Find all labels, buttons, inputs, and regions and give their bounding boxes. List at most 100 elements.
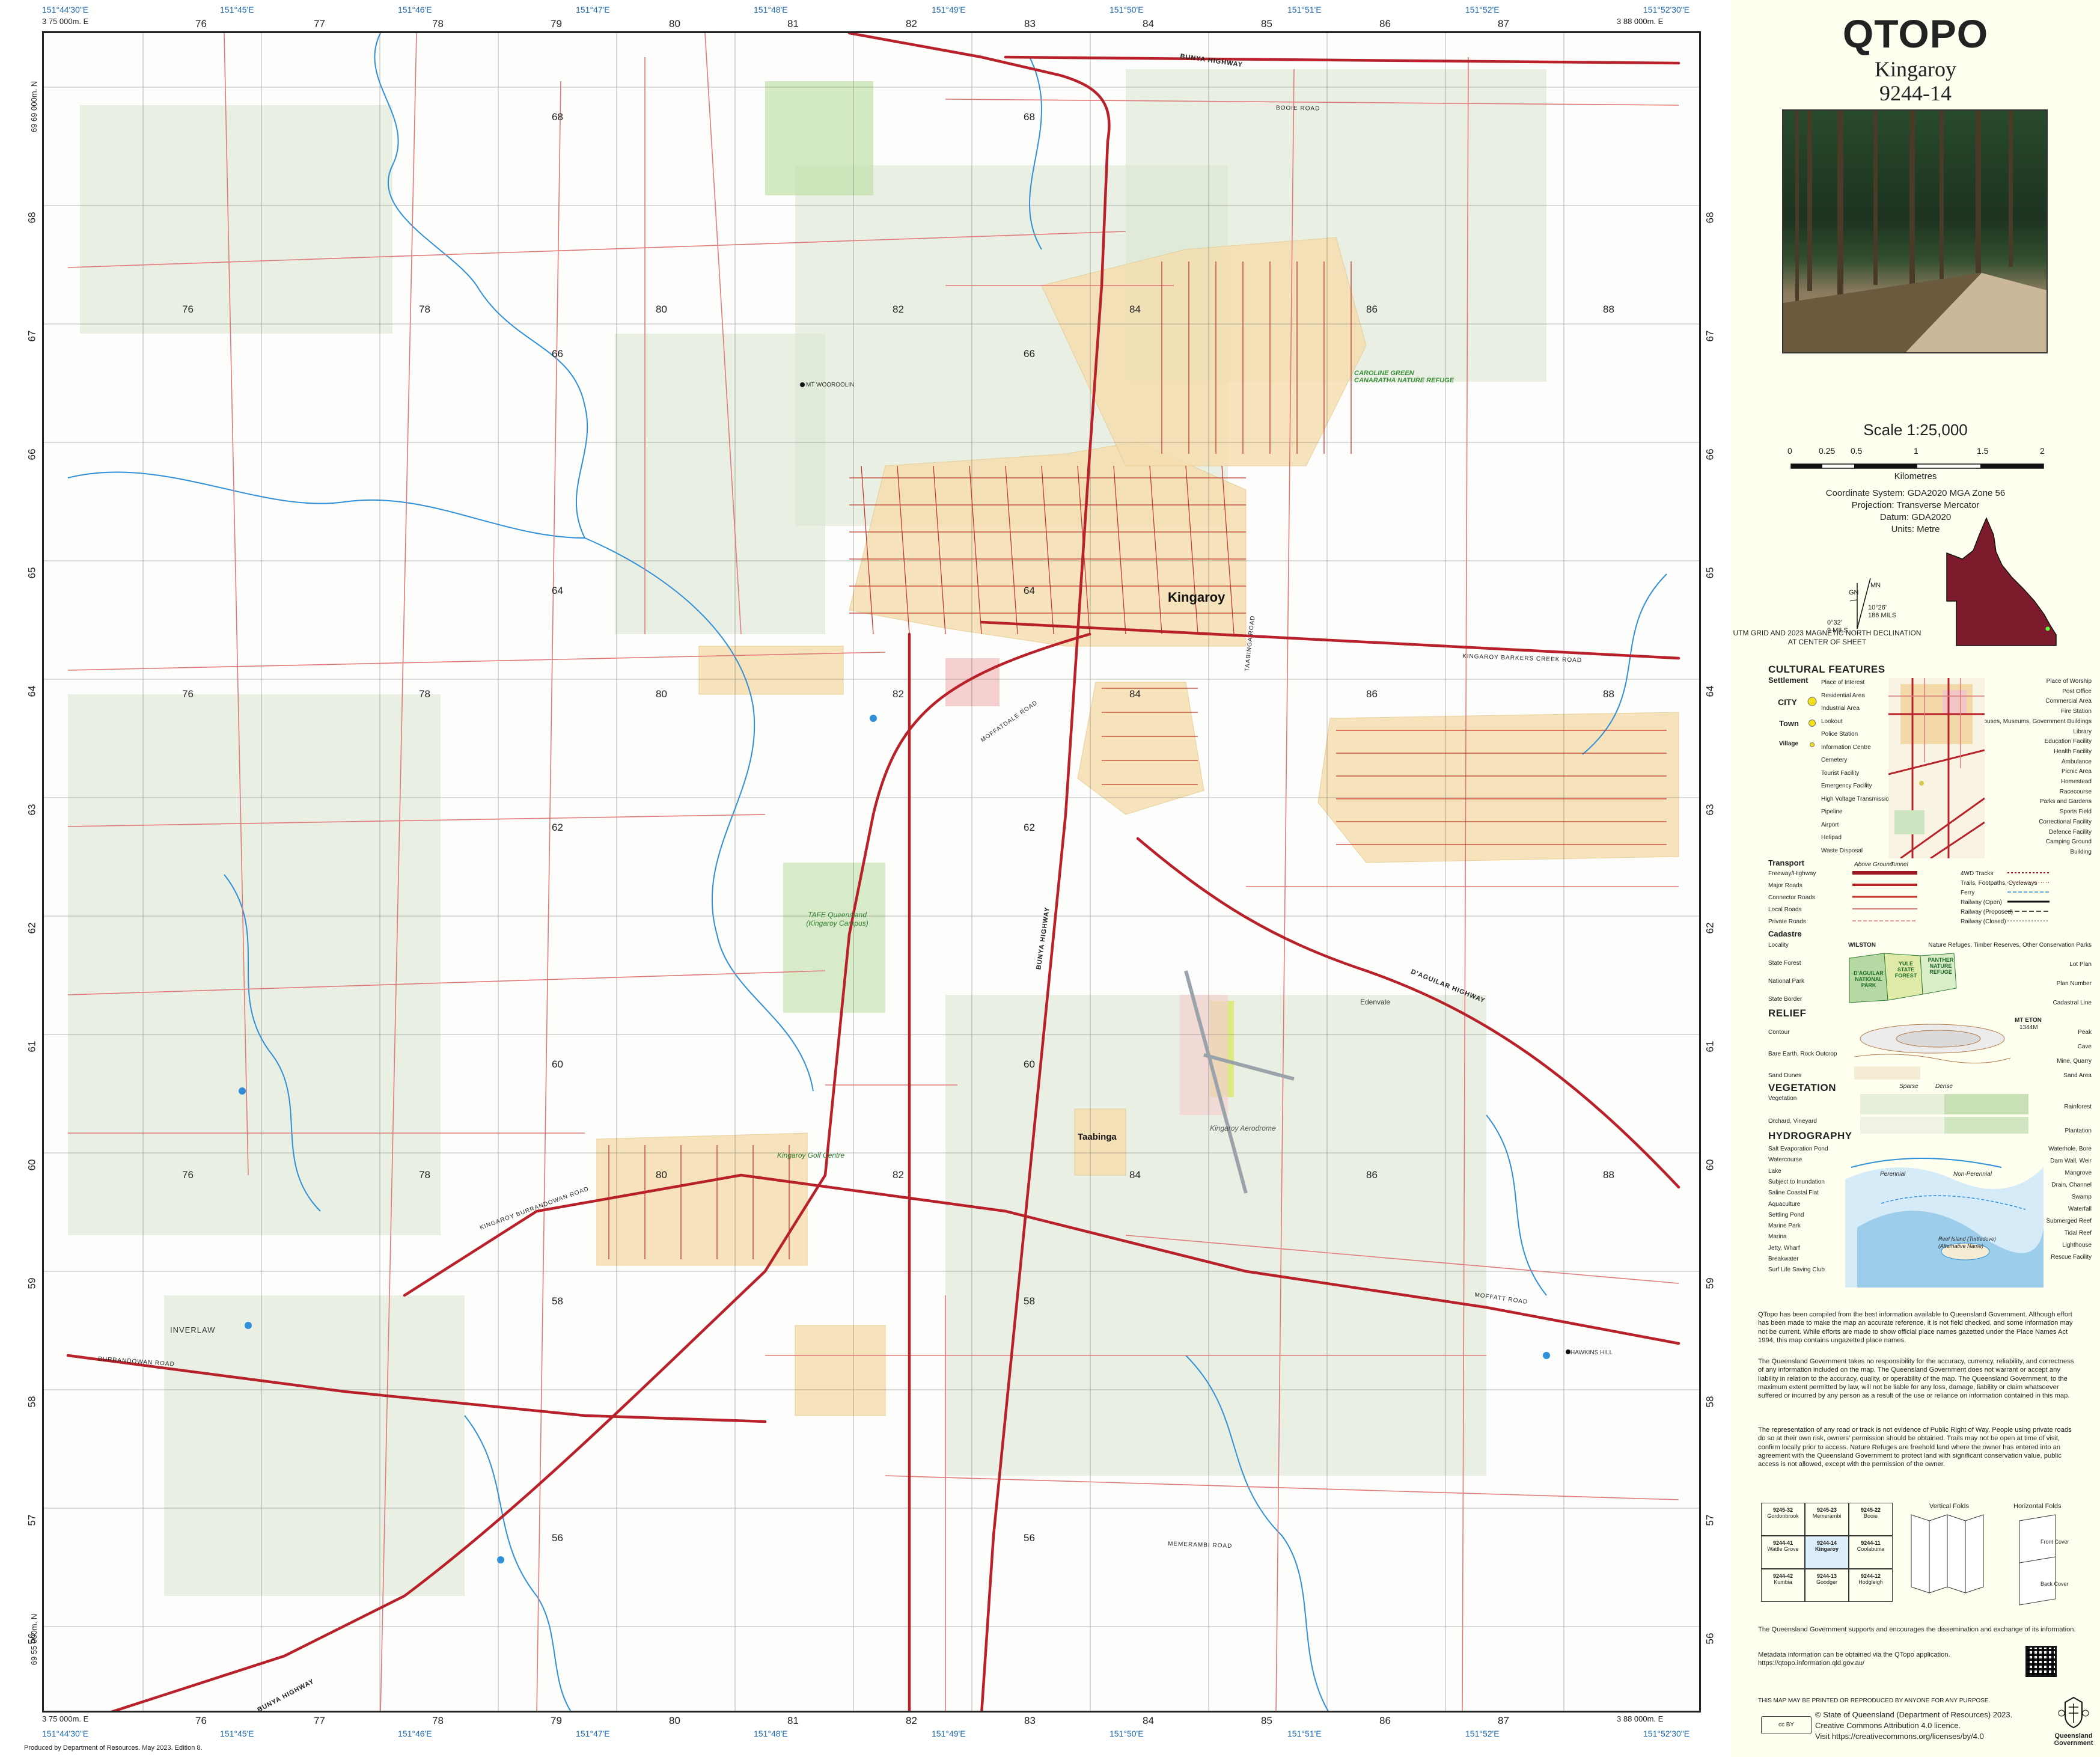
- adjoining-sheet-9244-12: 9244-12 Hodgleigh: [1849, 1569, 1893, 1602]
- legend-peak-height: 1344M: [2019, 1024, 2038, 1031]
- area-label-golf-centre: Kingaroy Golf Centre: [777, 1151, 845, 1160]
- northing-label-right: 59: [1704, 1277, 1716, 1289]
- legend-cultural-item-9: High Voltage Transmission: [1821, 795, 1893, 802]
- legend-cultural-item-11: Airport: [1821, 821, 1839, 828]
- road-label-6: BOOIE ROAD: [1275, 105, 1320, 112]
- legend-cultural-right-item-7: Health Facility: [2054, 748, 2092, 755]
- scale-tick-2: 2: [2040, 446, 2045, 456]
- legend-veg-sparse: Sparse: [1899, 1083, 1918, 1090]
- peak-label-hawkins-hill: HAWKINS HILL: [1570, 1349, 1613, 1356]
- easting-label-top: 83: [1024, 18, 1036, 29]
- legend-hydrography-right-item-8: Lighthouse: [2062, 1242, 2092, 1248]
- creative-commons-badge[interactable]: cc BY: [1761, 1716, 1812, 1734]
- legend-hydrography-item-7: Marine Park: [1768, 1223, 1801, 1230]
- inner-grid-number-n: 62: [1024, 822, 1035, 833]
- peak-marker-icon: [800, 382, 805, 387]
- easting-label-bottom: 76: [195, 1715, 207, 1726]
- inner-grid-number-e: 76: [182, 1169, 194, 1181]
- inner-grid-number-n: 56: [1024, 1532, 1035, 1544]
- back-cover-label: Back Cover: [2040, 1581, 2069, 1587]
- adjoining-sheet-9244-42: 9244-42 Kumbia: [1761, 1569, 1805, 1602]
- easting-label-bottom: 85: [1261, 1715, 1272, 1726]
- northing-label-right: 56: [1704, 1633, 1716, 1645]
- easting-label-top: 84: [1143, 18, 1154, 29]
- easting-label-first: 3 75 000m. E: [42, 17, 89, 26]
- northing-label-right: 63: [1704, 804, 1716, 816]
- easting-label-top: 87: [1498, 18, 1509, 29]
- dam: [870, 715, 877, 722]
- legend-hydrography-item-0: Salt Evaporation Pond: [1768, 1146, 1828, 1152]
- inner-grid-number-n: 66: [1024, 348, 1035, 359]
- legend-cultural-right-item-2: Commercial Area: [2045, 698, 2092, 705]
- easting-label-bottom: 81: [787, 1715, 799, 1726]
- legend-village: Village: [1779, 741, 1799, 747]
- inner-grid-number-e: 84: [1129, 1169, 1141, 1181]
- legend-cultural-item-3: Lookout: [1821, 718, 1843, 725]
- decl-angle-left: 0°32': [1827, 619, 1842, 626]
- legend-national-park-sample: D'AGUILAR NATIONAL PARK: [1854, 970, 1884, 988]
- disclaimer-paragraph-1: QTopo has been compiled from the best in…: [1758, 1311, 2073, 1344]
- horizontal-folds-label: Horizontal Folds: [2013, 1503, 2062, 1510]
- northing-label-right: 64: [1704, 685, 1716, 697]
- sheet-number: 9244-14: [1816, 1540, 1837, 1546]
- locality-label-edenvale: Edenvale: [1360, 998, 1391, 1006]
- easting-label-top: 82: [906, 18, 917, 29]
- inner-grid-number-n: 68: [552, 111, 563, 123]
- legend-hydrography-heading: HYDROGRAPHY: [1768, 1130, 1852, 1141]
- sheet-name: Hodgleigh: [1858, 1579, 1883, 1585]
- northing-label-left: 63: [26, 804, 38, 816]
- legend-vegetation-heading: VEGETATION: [1768, 1082, 1836, 1093]
- sheet-number: 9245-32: [1772, 1507, 1793, 1513]
- inner-grid-number-e: 82: [893, 688, 904, 700]
- legend-tunnel: Tunnel: [1890, 861, 1908, 868]
- longitude-tick-top: 151°44'30"E: [42, 5, 89, 14]
- legend-hydrography-right-item-0: Waterhole, Bore: [2048, 1146, 2092, 1152]
- sheet-name: Wattle Grove: [1767, 1546, 1799, 1552]
- map-legend-panel: QTOPO Kingaroy 9244-14 Scale 1:25,000 0 0…: [1731, 0, 2100, 1757]
- northing-label-left: 58: [26, 1396, 38, 1408]
- legend-cultural-item-1: Residential Area: [1821, 692, 1865, 699]
- inner-grid-number-e: 80: [656, 1169, 667, 1181]
- settlement-area: [1077, 682, 1204, 815]
- topographic-map[interactable]: Kingaroy Taabinga Kingaroy Aerodrome TAFE Q…: [42, 31, 1701, 1713]
- map-sheet-number: 9244-14: [1879, 81, 1952, 105]
- disclaimer-paragraph-3: The representation of any road or track …: [1758, 1426, 2072, 1468]
- inner-grid-number-e: 82: [893, 304, 904, 315]
- inner-grid-number-n: 64: [552, 585, 563, 596]
- legend-hydrography-item-6: Settling Pond: [1768, 1211, 1804, 1218]
- legend-cultural-right-item-8: Ambulance: [2061, 758, 2092, 765]
- producer-note: Produced by Department of Resources. May…: [24, 1744, 203, 1752]
- legend-relief-item-1: Bare Earth, Rock Outcrop: [1768, 1051, 1837, 1057]
- legend-cultural-right-item-0: Place of Worship: [2046, 678, 2092, 685]
- northing-label-right: 67: [1704, 330, 1716, 342]
- legend-transport-item-1: Major Roads: [1768, 882, 1802, 889]
- adjoining-sheet-9245-23: 9245-23 Memerambi: [1805, 1503, 1849, 1536]
- longitude-tick-bottom: 151°47'E: [576, 1729, 610, 1738]
- front-cover-label: Front Cover: [2040, 1539, 2069, 1545]
- legend-hydrography-item-9: Jetty, Wharf: [1768, 1244, 1800, 1251]
- legend-cadastre-item-1: State Forest: [1768, 960, 1801, 967]
- copyright-line-3[interactable]: Visit https://creativecommons.org/licens…: [1815, 1732, 1984, 1741]
- copyright-line-2: Creative Commons Attribution 4.0 licence…: [1815, 1721, 1961, 1730]
- legend-transport-item-0: Freeway/Highway: [1768, 870, 1816, 877]
- legend-town: Town: [1779, 719, 1799, 728]
- inner-grid-number-n: 56: [552, 1532, 563, 1544]
- adjoining-sheets-diagram: 9245-32 Gordonbrook 9245-23 Memerambi 9245-2…: [1761, 1503, 1893, 1602]
- legend-state-forest-sample: YULE STATE FOREST: [1894, 961, 1917, 979]
- map-sheet-name: Kingaroy: [1875, 57, 1956, 81]
- scale-title: Scale 1:25,000: [1863, 421, 1968, 439]
- copyright-line-1: © State of Queensland (Department of Res…: [1815, 1710, 2013, 1719]
- easting-label-bottom: 78: [432, 1715, 444, 1726]
- qr-code[interactable]: [2025, 1646, 2057, 1677]
- legend-hydrography-right-item-3: Drain, Channel: [2051, 1182, 2092, 1188]
- northing-label-left: 64: [26, 685, 38, 697]
- northing-label-left: 66: [26, 448, 38, 460]
- legend-cultural-right-item-16: Camping Ground: [2045, 839, 2092, 846]
- northing-label-right: 66: [1704, 448, 1716, 460]
- legend-vegetation-item-1: Orchard, Vineyard: [1768, 1118, 1817, 1125]
- longitude-tick-bottom: 151°44'30"E: [42, 1729, 89, 1738]
- legend-locality-sample: WILSTON: [1848, 942, 1876, 949]
- legend-hydrography-right-item-2: Mangrove: [2065, 1170, 2092, 1176]
- longitude-tick-top: 151°50'E: [1110, 5, 1144, 14]
- locality-label-inverlaw: INVERLAW: [170, 1325, 216, 1334]
